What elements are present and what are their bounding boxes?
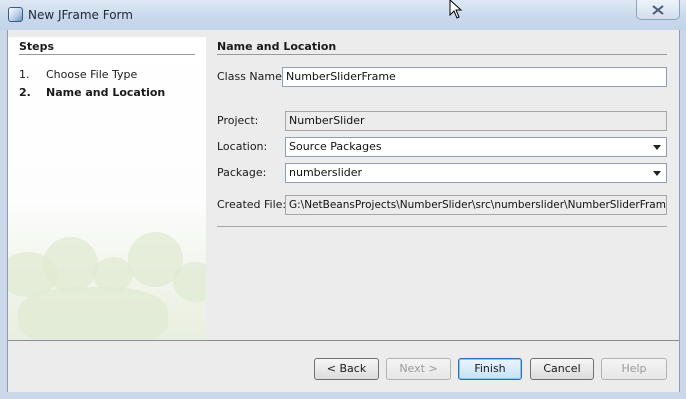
section-divider — [217, 54, 667, 55]
steps-title: Steps — [19, 40, 55, 53]
package-label: Package: — [217, 166, 267, 179]
created-file-label: Created File: — [217, 198, 287, 211]
section-title: Name and Location — [217, 40, 337, 53]
finish-button[interactable]: Finish — [458, 358, 522, 380]
button-bar-divider — [8, 340, 679, 341]
chevron-down-icon — [653, 145, 661, 150]
close-button[interactable] — [636, 0, 680, 20]
netbeans-app-icon — [8, 7, 23, 22]
step-number: 1. — [19, 68, 30, 81]
location-value: Source Packages — [289, 140, 382, 153]
close-icon — [652, 5, 664, 15]
project-label: Project: — [217, 114, 259, 127]
step-choose-file-type: Choose File Type — [46, 68, 138, 81]
location-label: Location: — [217, 140, 268, 153]
created-file-field: G:\NetBeansProjects\NumberSlider\src\num… — [285, 195, 667, 215]
next-button[interactable]: Next > — [386, 358, 451, 380]
window-frame-right — [680, 30, 686, 399]
class-name-input[interactable]: NumberSliderFrame — [282, 67, 667, 87]
chevron-down-icon — [653, 171, 661, 176]
back-button[interactable]: < Back — [314, 358, 379, 380]
package-combobox[interactable]: numberslider — [285, 163, 667, 183]
location-dropdown[interactable]: Source Packages — [285, 137, 667, 157]
step-name-and-location: Name and Location — [46, 86, 166, 99]
cancel-button[interactable]: Cancel — [530, 358, 594, 380]
project-field: NumberSlider — [285, 111, 667, 131]
class-name-label: Class Name: — [217, 70, 286, 83]
window-frame-bottom — [0, 392, 686, 399]
mouse-cursor-icon — [449, 0, 463, 19]
step-number: 2. — [19, 86, 31, 99]
window-title: New JFrame Form — [28, 8, 133, 22]
window-frame-left — [0, 30, 7, 399]
steps-divider — [19, 54, 195, 55]
steps-panel — [8, 37, 206, 339]
package-value: numberslider — [289, 166, 363, 179]
help-button[interactable]: Help — [601, 358, 667, 380]
form-divider — [217, 226, 667, 227]
